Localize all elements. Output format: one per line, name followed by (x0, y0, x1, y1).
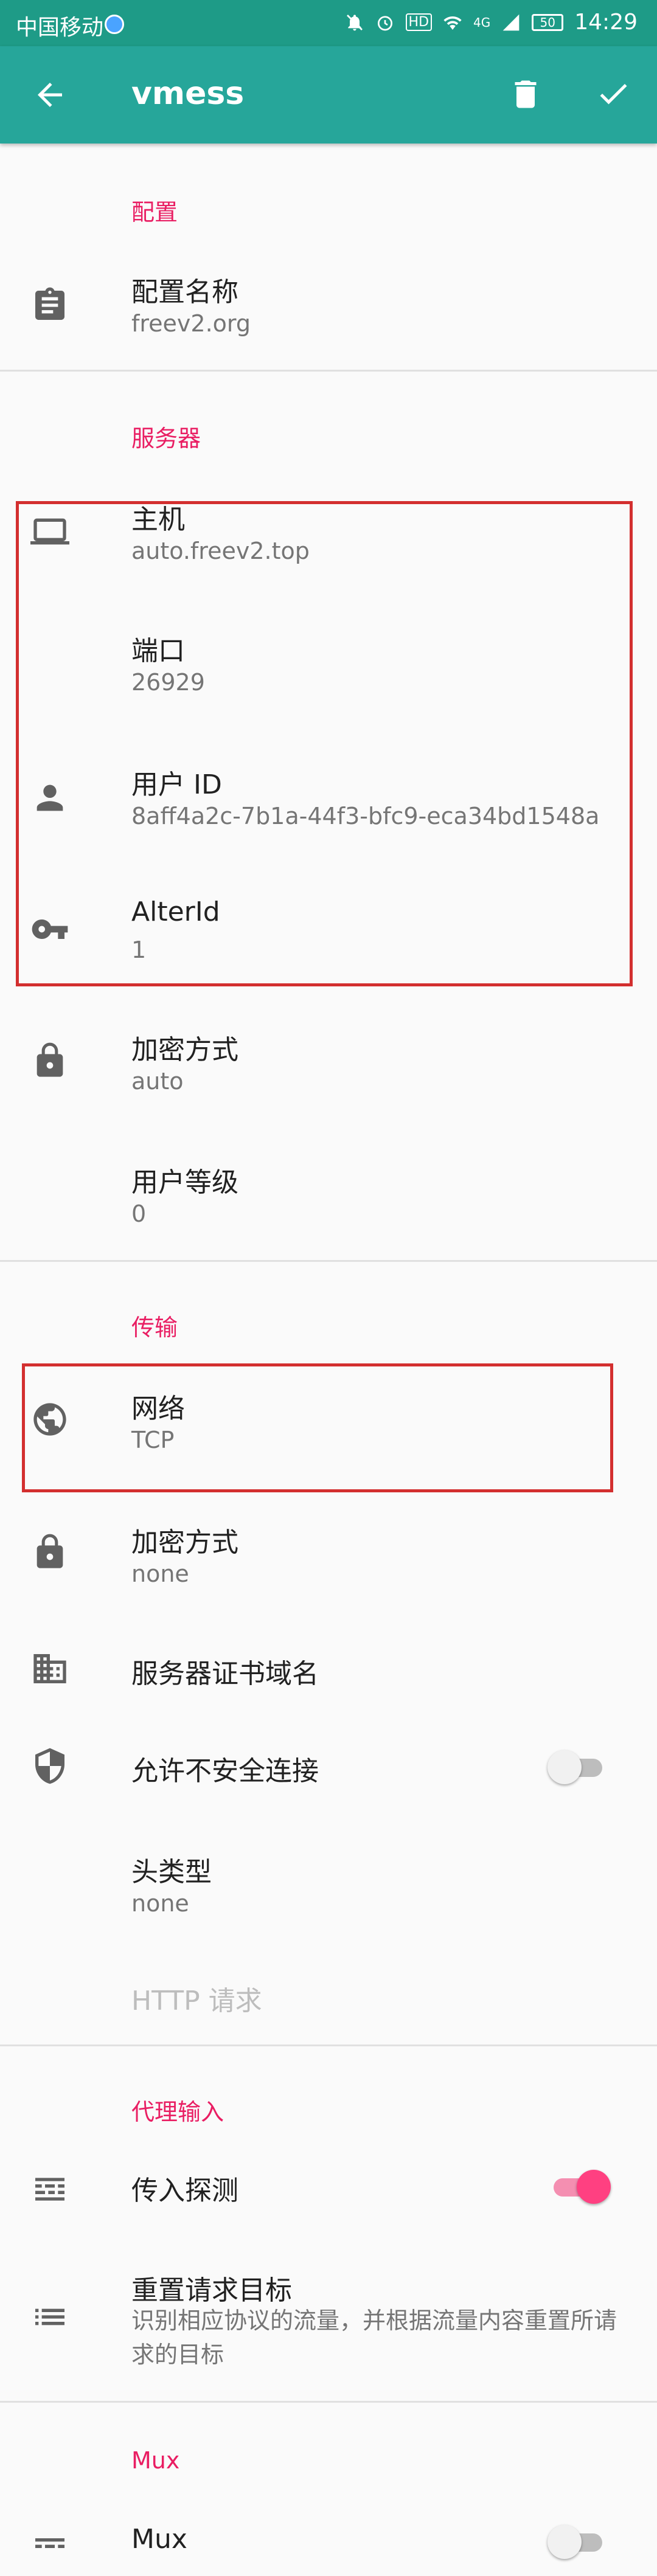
carrier-name: 中国移动 (16, 15, 104, 40)
alarm-icon (377, 15, 392, 30)
section-server-title: 服务器 (131, 425, 201, 452)
lock-icon (30, 1041, 69, 1080)
check-icon[interactable] (591, 75, 635, 112)
battery-icon: 50 (532, 13, 564, 31)
header-type-label[interactable]: 头类型 (131, 1850, 212, 1889)
section-mux-title: Mux (131, 2447, 180, 2474)
section-transport-title: 传输 (131, 1314, 178, 1341)
network-type: 4G (473, 15, 491, 30)
security-label[interactable]: 加密方式 (131, 1520, 238, 1559)
clock: 14:29 (574, 10, 638, 35)
hd-icon: HD (405, 13, 433, 31)
encrypt-label[interactable]: 加密方式 (131, 1028, 238, 1067)
user-level-label[interactable]: 用户等级 (131, 1160, 238, 1199)
list-icon (30, 2297, 69, 2336)
insecure-label[interactable]: 允许不安全连接 (131, 1749, 319, 1788)
divider (0, 2045, 657, 2046)
reroute-label[interactable]: 重置请求目标 (131, 2268, 292, 2307)
sniffing-label[interactable]: 传入探测 (131, 2169, 238, 2207)
user-level-value: 0 (131, 1200, 147, 1227)
status-icons: HD 4G 50 14:29 (345, 10, 638, 35)
toggle-thumb (577, 2170, 611, 2204)
section-proxy-in-title: 代理输入 (131, 2099, 224, 2125)
http-request-label: HTTP 请求 (131, 1986, 262, 2017)
encrypt-value: auto (131, 1068, 184, 1095)
mux-toggle[interactable] (548, 2524, 608, 2560)
mux-label[interactable]: Mux (131, 2524, 187, 2555)
status-bar: 中国移动 HD 4G 50 14:29 (0, 0, 657, 46)
trash-icon[interactable] (507, 73, 544, 116)
app-toolbar: vmess (0, 46, 657, 144)
mute-icon (346, 14, 363, 30)
shield-icon (30, 1747, 69, 1785)
reroute-description: 识别相应协议的流量，并根据流量内容重置所请求的目标 (131, 2307, 617, 2368)
section-config-title: 配置 (131, 199, 178, 226)
divider (0, 1260, 657, 1262)
building-icon (30, 1649, 69, 1688)
wifi-icon (443, 16, 462, 30)
toggle-thumb (548, 1750, 582, 1784)
lock-icon (30, 1532, 69, 1571)
config-name-label[interactable]: 配置名称 (131, 270, 238, 309)
page-title: vmess (131, 75, 245, 112)
highlight-box-server (16, 501, 633, 986)
signal-icon (502, 14, 520, 30)
clipboard-icon (30, 286, 69, 325)
battery-level: 50 (540, 15, 555, 30)
arrow-back-icon[interactable] (32, 77, 68, 113)
sni-label[interactable]: 服务器证书域名 (131, 1652, 319, 1691)
sniffing-toggle[interactable] (548, 2169, 611, 2205)
highlight-box-network (22, 1363, 613, 1492)
sniff-icon (30, 2170, 69, 2209)
security-value: none (131, 1560, 189, 1587)
config-name-value: freev2.org (131, 310, 251, 337)
security-shield-icon (105, 15, 124, 34)
mux-icon (30, 2524, 69, 2563)
toggle-thumb (548, 2525, 582, 2559)
divider (0, 2401, 657, 2403)
insecure-toggle[interactable] (548, 1749, 608, 1785)
header-type-value: none (131, 1890, 189, 1917)
divider (0, 370, 657, 372)
